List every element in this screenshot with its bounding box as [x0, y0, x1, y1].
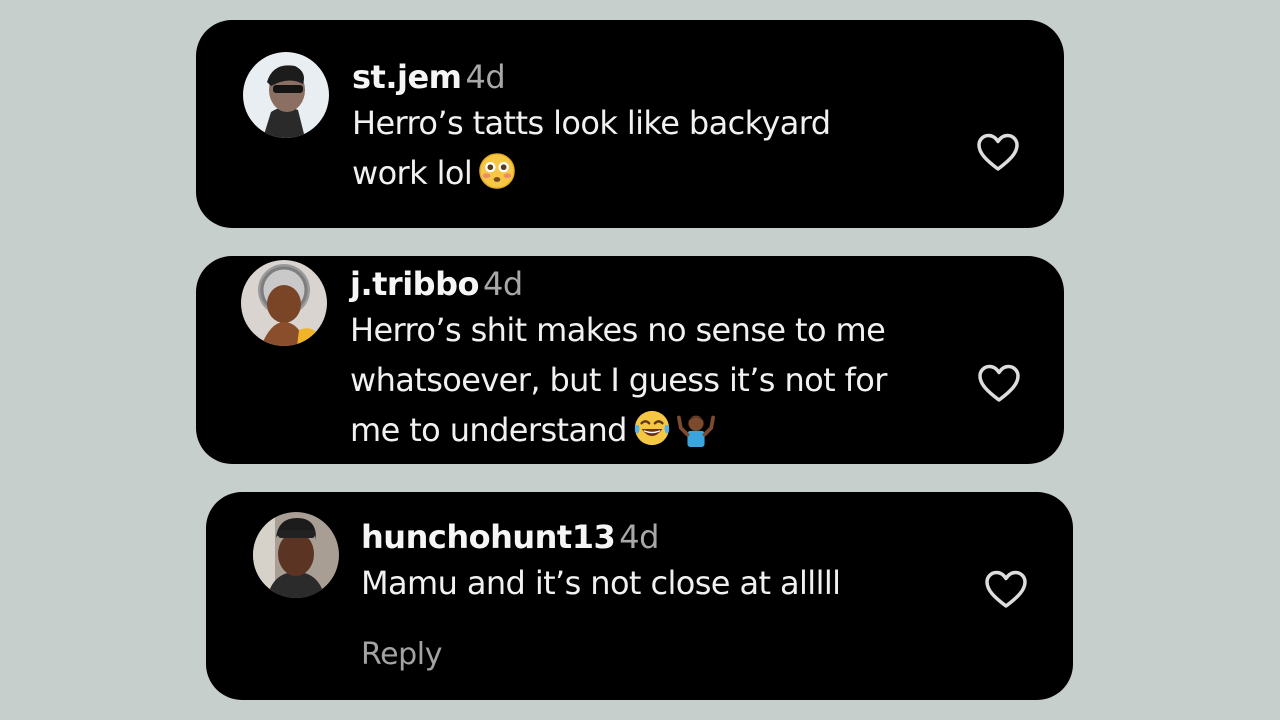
username[interactable]: hunchohunt13: [361, 518, 616, 556]
avatar[interactable]: [243, 52, 329, 138]
shrugging-person-emoji: [676, 409, 715, 447]
avatar[interactable]: [253, 512, 339, 598]
comment-line: Mamu and it’s not close at alllll: [361, 564, 841, 602]
timestamp: 4d: [482, 265, 523, 303]
laughing-face-emoji: [633, 409, 671, 447]
timestamp: 4d: [619, 518, 659, 556]
comment-card: st.jem 4d Herro’s tatts look like backyar…: [196, 20, 1064, 228]
comment-card: hunchohunt13 4d Mamu and it’s not close a…: [206, 492, 1073, 700]
comment-line: Herro’s shit makes no sense to me: [350, 311, 886, 349]
comment-text: Mamu and it’s not close at alllll: [361, 558, 961, 608]
comment-card: j.tribbo 4d Herro’s shit makes no sense t…: [196, 256, 1064, 464]
avatar[interactable]: [241, 260, 327, 346]
comment-line: me to understand: [350, 411, 627, 449]
comment-line: whatsoever, but I guess it’s not for: [350, 361, 887, 399]
like-heart-icon[interactable]: [984, 569, 1028, 609]
comment-header: st.jem 4d: [352, 57, 952, 97]
comment-line-with-emoji: work lol: [352, 148, 952, 198]
comment-line-with-emoji: me to understand: [350, 405, 950, 455]
username[interactable]: st.jem: [352, 58, 462, 96]
comment-text: Herro’s shit makes no sense to me whatso…: [350, 305, 950, 455]
comment-text: Herro’s tatts look like backyard work lo…: [352, 98, 952, 198]
like-heart-icon[interactable]: [977, 363, 1021, 403]
comment-body: j.tribbo 4d Herro’s shit makes no sense t…: [350, 264, 950, 455]
flushed-face-emoji: [478, 152, 516, 190]
like-heart-icon[interactable]: [976, 132, 1020, 172]
comment-header: j.tribbo 4d: [350, 264, 950, 304]
username[interactable]: j.tribbo: [350, 265, 479, 303]
comment-body: hunchohunt13 4d Mamu and it’s not close a…: [361, 517, 961, 608]
timestamp: 4d: [465, 58, 506, 96]
comment-header: hunchohunt13 4d: [361, 517, 961, 557]
comment-line: work lol: [352, 154, 473, 192]
comment-line: Herro’s tatts look like backyard: [352, 104, 831, 142]
reply-button[interactable]: Reply: [361, 637, 442, 672]
comment-body: st.jem 4d Herro’s tatts look like backyar…: [352, 57, 952, 198]
